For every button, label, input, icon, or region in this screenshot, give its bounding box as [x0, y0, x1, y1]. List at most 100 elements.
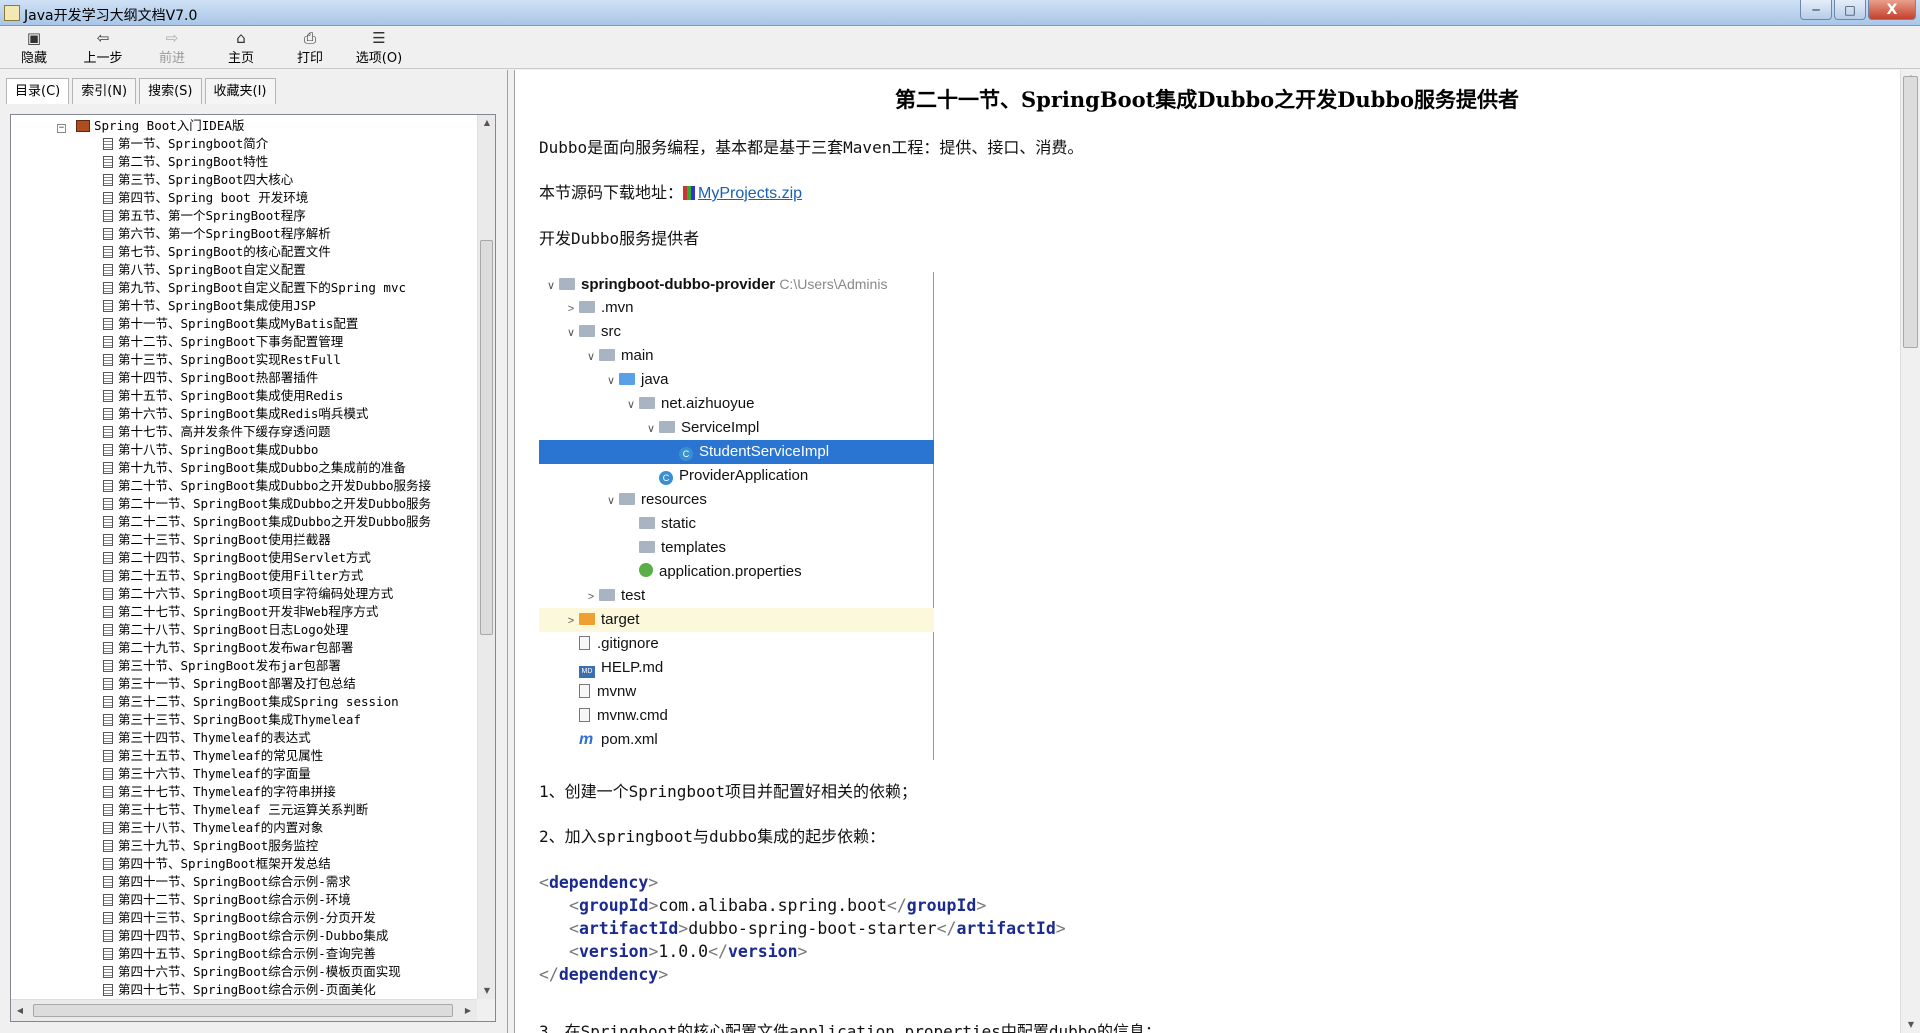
topic-content: 第二十一节、SpringBoot集成Dubbo之开发Dubbo服务提供者 Dub… — [514, 70, 1920, 1033]
page-icon — [103, 480, 113, 492]
tree-item[interactable]: 第九节、SpringBoot自定义配置下的Spring mvc — [103, 279, 406, 297]
tree-item[interactable]: 第三十四节、Thymeleaf的表达式 — [103, 729, 311, 747]
content-scroll-down-icon[interactable]: ▼ — [1901, 1017, 1920, 1033]
tree-item[interactable]: 第四十节、SpringBoot框架开发总结 — [103, 855, 331, 873]
close-button[interactable]: X — [1868, 0, 1916, 20]
tree-item[interactable]: 第二十四节、SpringBoot使用Servlet方式 — [103, 549, 371, 567]
tree-item[interactable]: 第七节、SpringBoot的核心配置文件 — [103, 243, 331, 261]
tree-item[interactable]: 第二十二节、SpringBoot集成Dubbo之开发Dubbo服务 — [103, 513, 431, 531]
page-icon — [103, 696, 113, 708]
tree-item[interactable]: 第三十九节、SpringBoot服务监控 — [103, 837, 318, 855]
tree-item[interactable]: 第二十九节、SpringBoot发布war包部署 — [103, 639, 353, 657]
collapse-icon[interactable]: − — [57, 124, 66, 133]
tree-item[interactable]: 第十节、SpringBoot集成使用JSP — [103, 297, 316, 315]
tree-item[interactable]: 第四节、Spring boot 开发环境 — [103, 189, 308, 207]
title-bar[interactable]: Java开发学习大纲文档V7.0 ─ □ X — [0, 0, 1920, 26]
tree-item[interactable]: 第三十六节、Thymeleaf的字面量 — [103, 765, 311, 783]
tree-item[interactable]: 第二十六节、SpringBoot项目字符编码处理方式 — [103, 585, 393, 603]
tab-favorites[interactable]: 收藏夹(I) — [204, 78, 276, 104]
tree-item[interactable]: 第三十七节、Thymeleaf的字符串拼接 — [103, 783, 336, 801]
minimize-button[interactable]: ─ — [1800, 0, 1832, 20]
tree-item[interactable]: 第三十三节、SpringBoot集成Thymeleaf — [103, 711, 361, 729]
tree-item[interactable]: 第三节、SpringBoot四大核心 — [103, 171, 293, 189]
tree-item[interactable]: 第十三节、SpringBoot实现RestFull — [103, 351, 341, 369]
tree-scroll-thumb[interactable] — [480, 240, 493, 635]
tree-hscroll-thumb[interactable] — [33, 1004, 453, 1017]
hide-icon: ▣ — [26, 29, 42, 47]
tree-item-label: 第十节、SpringBoot集成使用JSP — [118, 298, 316, 313]
tree-item[interactable]: 第四十七节、SpringBoot综合示例-页面美化 — [103, 981, 376, 999]
scroll-down-icon[interactable]: ▼ — [478, 983, 495, 999]
back-label: 上一步 — [83, 51, 123, 66]
tree-item[interactable]: 第三十二节、SpringBoot集成Spring session — [103, 693, 399, 711]
tree-item[interactable]: 第二十七节、SpringBoot开发非Web程序方式 — [103, 603, 378, 621]
tree-horizontal-scrollbar[interactable]: ◀ ▶ — [11, 999, 477, 1021]
tree-item[interactable]: 第四十三节、SpringBoot综合示例-分页开发 — [103, 909, 376, 927]
tree-item-label: 第二十六节、SpringBoot项目字符编码处理方式 — [118, 586, 394, 601]
tree-vertical-scrollbar[interactable]: ▲ ▼ — [477, 115, 495, 999]
home-button[interactable]: ⌂ 主页 — [211, 29, 271, 67]
tree-item[interactable]: 第二十一节、SpringBoot集成Dubbo之开发Dubbo服务 — [103, 495, 431, 513]
scroll-left-icon[interactable]: ◀ — [11, 1000, 29, 1021]
tree-item[interactable]: 第三十一节、SpringBoot部署及打包总结 — [103, 675, 356, 693]
step-3: 3、在Springboot的核心配置文件application.properti… — [539, 1022, 1162, 1033]
tree-item-label: 第三节、SpringBoot四大核心 — [118, 172, 294, 187]
tree-item[interactable]: 第十九节、SpringBoot集成Dubbo之集成前的准备 — [103, 459, 406, 477]
tree-item[interactable]: 第六节、第一个SpringBoot程序解析 — [103, 225, 331, 243]
content-vertical-scrollbar[interactable]: ▲ ▼ — [1900, 70, 1920, 1033]
tree-item[interactable]: 第十一节、SpringBoot集成MyBatis配置 — [103, 315, 358, 333]
tree-item[interactable]: 第四十二节、SpringBoot综合示例-环境 — [103, 891, 351, 909]
tree-item[interactable]: 第十八节、SpringBoot集成Dubbo — [103, 441, 318, 459]
folder-icon — [659, 421, 675, 433]
project-tree-node: ∨ resources — [539, 488, 934, 512]
page-icon — [103, 318, 113, 330]
tree-item[interactable]: 第二十三节、SpringBoot使用拦截器 — [103, 531, 331, 549]
tree-item[interactable]: 第十二节、SpringBoot下事务配置管理 — [103, 333, 343, 351]
options-button[interactable]: ☰ 选项(O) — [349, 29, 409, 67]
tree-item-label: 第三十九节、SpringBoot服务监控 — [118, 838, 319, 853]
forward-button[interactable]: ⇨ 前进 — [142, 29, 202, 67]
tree-item-label: 第三十四节、Thymeleaf的表达式 — [118, 730, 311, 745]
tree-root-node[interactable]: − Spring Boot入门IDEA版 — [57, 117, 244, 135]
tree-item[interactable]: 第二十节、SpringBoot集成Dubbo之开发Dubbo服务接 — [103, 477, 431, 495]
scroll-right-icon[interactable]: ▶ — [459, 1000, 477, 1021]
page-icon — [103, 390, 113, 402]
maximize-button[interactable]: □ — [1834, 0, 1866, 20]
tree-item[interactable]: 第四十六节、SpringBoot综合示例-模板页面实现 — [103, 963, 401, 981]
tree-item-label: 第三十八节、Thymeleaf的内置对象 — [118, 820, 324, 835]
tree-item[interactable]: 第三十八节、Thymeleaf的内置对象 — [103, 819, 323, 837]
tree-item[interactable]: 第十四节、SpringBoot热部署插件 — [103, 369, 318, 387]
project-node-label: mvnw.cmd — [597, 707, 668, 724]
tree-item[interactable]: 第二节、SpringBoot特性 — [103, 153, 268, 171]
tree-item[interactable]: 第二十八节、SpringBoot日志Logo处理 — [103, 621, 348, 639]
tab-search[interactable]: 搜索(S) — [139, 78, 202, 104]
code-line-artifactid: <artifactId>dubbo-spring-boot-starter</a… — [569, 919, 1066, 938]
tree-item[interactable]: 第二十五节、SpringBoot使用Filter方式 — [103, 567, 363, 585]
back-button[interactable]: ⇦ 上一步 — [73, 29, 133, 67]
tree-item[interactable]: 第四十一节、SpringBoot综合示例-需求 — [103, 873, 351, 891]
tab-contents[interactable]: 目录(C) — [6, 78, 70, 104]
download-link[interactable]: MyProjects.zip — [698, 185, 802, 202]
hide-button[interactable]: ▣ 隐藏 — [4, 29, 64, 67]
scroll-up-icon[interactable]: ▲ — [478, 115, 495, 131]
tree-item[interactable]: 第十五节、SpringBoot集成使用Redis — [103, 387, 343, 405]
tree-item[interactable]: 第五节、第一个SpringBoot程序 — [103, 207, 306, 225]
print-button[interactable]: ⎙ 打印 — [280, 29, 340, 67]
file-icon — [579, 636, 590, 650]
project-tree-node: ∨ net.aizhuoyue — [539, 392, 934, 416]
tree-item[interactable]: 第四十五节、SpringBoot综合示例-查询完善 — [103, 945, 376, 963]
tree-item[interactable]: 第八节、SpringBoot自定义配置 — [103, 261, 306, 279]
tree-item[interactable]: 第一节、Springboot简介 — [103, 135, 268, 153]
tree-item[interactable]: 第十七节、高并发条件下缓存穿透问题 — [103, 423, 331, 441]
home-label: 主页 — [227, 51, 254, 66]
tree-item[interactable]: 第三十五节、Thymeleaf的常见属性 — [103, 747, 323, 765]
tree-item[interactable]: 第十六节、SpringBoot集成Redis哨兵模式 — [103, 405, 368, 423]
tab-index[interactable]: 索引(N) — [72, 78, 137, 104]
tree-item[interactable]: 第三十七节、Thymeleaf 三元运算关系判断 — [103, 801, 368, 819]
project-tree-node: mvnw.cmd — [539, 704, 934, 728]
page-icon — [103, 660, 113, 672]
tree-item[interactable]: 第三十节、SpringBoot发布jar包部署 — [103, 657, 341, 675]
tree-item-label: 第二十七节、SpringBoot开发非Web程序方式 — [118, 604, 379, 619]
tree-item[interactable]: 第四十四节、SpringBoot综合示例-Dubbo集成 — [103, 927, 388, 945]
content-scroll-thumb[interactable] — [1903, 76, 1918, 348]
